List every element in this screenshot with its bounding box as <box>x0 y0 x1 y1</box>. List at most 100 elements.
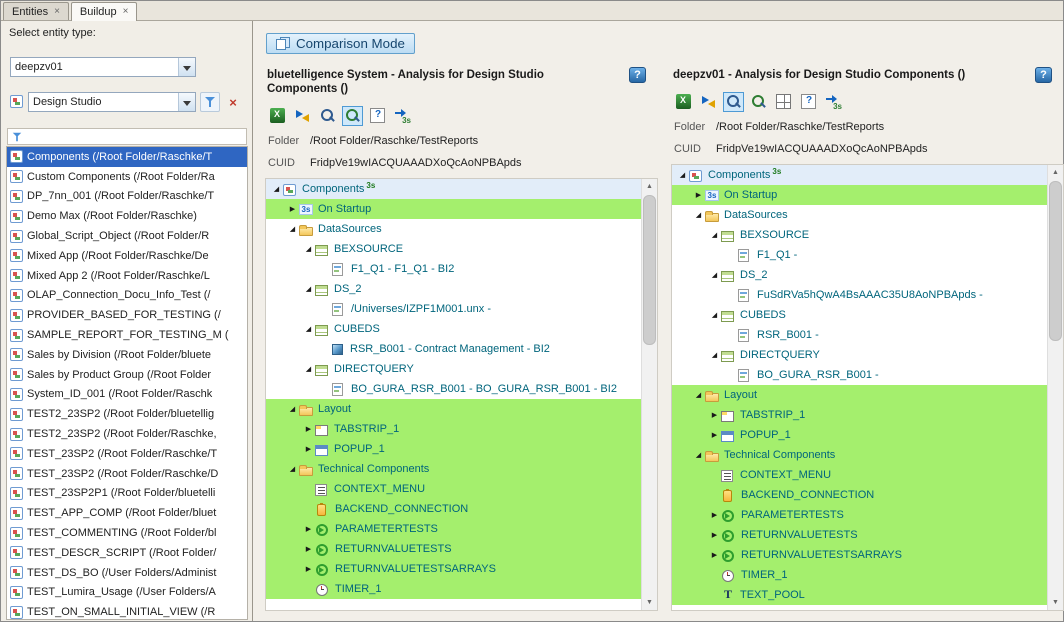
expand-arrow-icon[interactable]: ◢ <box>286 225 299 233</box>
tree-row[interactable]: ◢DIRECTQUERY <box>672 345 1047 365</box>
tree-row[interactable]: BACKEND_CONNECTION <box>672 485 1047 505</box>
tree-row[interactable]: /Universes/IZPF1M001.unx - <box>266 299 641 319</box>
tree-row[interactable]: ◢CUBEDS <box>672 305 1047 325</box>
tree-row[interactable]: ▶TABSTRIP_1 <box>266 419 641 439</box>
tree-row[interactable]: F1_Q1 - <box>672 245 1047 265</box>
list-item[interactable]: TEST_23SP2 (/Root Folder/Raschke/D <box>7 464 247 484</box>
expand-arrow-icon[interactable]: ◢ <box>302 285 315 293</box>
tab-buildup[interactable]: Buildup× <box>71 2 138 21</box>
tree-row[interactable]: ▶PARAMETERTESTS <box>672 505 1047 525</box>
expand-arrow-icon[interactable]: ▶ <box>708 551 721 559</box>
expand-arrow-icon[interactable]: ◢ <box>302 325 315 333</box>
tree-row[interactable]: TIMER_1 <box>672 565 1047 585</box>
tree-row[interactable]: ◢Layout <box>266 399 641 419</box>
tree-row[interactable]: ◢DS_2 <box>266 279 641 299</box>
tree-row[interactable]: ◢BEXSOURCE <box>672 225 1047 245</box>
help-button[interactable]: ? <box>1035 67 1052 83</box>
list-item[interactable]: Mixed App (/Root Folder/Raschke/De <box>7 246 247 266</box>
tree-row[interactable]: ◢DataSources <box>672 205 1047 225</box>
scroll-down-icon[interactable]: ▼ <box>642 595 657 610</box>
tree-row[interactable]: CONTEXT_MENU <box>266 479 641 499</box>
tree-row[interactable]: F1_Q1 - F1_Q1 - BI2 <box>266 259 641 279</box>
tree-row[interactable]: ▶POPUP_1 <box>672 425 1047 445</box>
tree-row[interactable]: RSR_B001 - Contract Management - BI2 <box>266 339 641 359</box>
expand-arrow-icon[interactable]: ◢ <box>286 465 299 473</box>
zoom-button[interactable] <box>723 92 744 112</box>
clear-filter-button[interactable]: × <box>223 92 243 112</box>
list-item[interactable]: DP_7nn_001 (/Root Folder/Raschke/T <box>7 187 247 207</box>
expand-arrow-icon[interactable]: ▶ <box>302 525 315 533</box>
tree-row[interactable]: FuSdRVa5hQwA4BsAAAC35U8AoNPBApds - <box>672 285 1047 305</box>
expand-arrow-icon[interactable]: ▶ <box>286 205 299 213</box>
tree-row[interactable]: ◢BEXSOURCE <box>266 239 641 259</box>
list-item[interactable]: SAMPLE_REPORT_FOR_TESTING_M ( <box>7 325 247 345</box>
tree-row[interactable]: BO_GURA_RSR_B001 - <box>672 365 1047 385</box>
scroll-down-icon[interactable]: ▼ <box>1048 595 1063 610</box>
list-item[interactable]: Custom Components (/Root Folder/Ra <box>7 167 247 187</box>
scroll-up-icon[interactable]: ▲ <box>642 179 657 194</box>
list-item[interactable]: Sales by Product Group (/Root Folder <box>7 365 247 385</box>
tab-close-icon[interactable]: × <box>54 7 60 17</box>
list-item[interactable]: TEST2_23SP2 (/Root Folder/bluetellig <box>7 404 247 424</box>
entity-type-combobox[interactable]: Design Studio <box>28 92 196 112</box>
tree-row[interactable]: ◢Components3s <box>672 165 1047 185</box>
tree-row[interactable]: ◢Components3s <box>266 179 641 199</box>
excel-export-button[interactable] <box>673 92 694 112</box>
tree-row[interactable]: BO_GURA_RSR_B001 - BO_GURA_RSR_B001 - BI… <box>266 379 641 399</box>
help-doc-button[interactable] <box>367 106 388 126</box>
tree-row[interactable]: ▶RETURNVALUETESTS <box>266 539 641 559</box>
expand-arrow-icon[interactable]: ▶ <box>302 425 315 433</box>
tree-row[interactable]: ▶RETURNVALUETESTSARRAYS <box>672 545 1047 565</box>
expand-arrow-icon[interactable]: ◢ <box>692 211 705 219</box>
expand-arrow-icon[interactable]: ▶ <box>302 545 315 553</box>
zoom-plus-button[interactable] <box>748 92 769 112</box>
list-item[interactable]: TEST_COMMENTING (/Root Folder/bl <box>7 523 247 543</box>
scroll-up-icon[interactable]: ▲ <box>1048 165 1063 180</box>
expand-arrow-icon[interactable]: ▶ <box>692 191 705 199</box>
tree-row[interactable]: TEXT_POOL <box>672 585 1047 605</box>
expand-arrow-icon[interactable]: ▶ <box>302 445 315 453</box>
scroll-thumb[interactable] <box>643 195 656 345</box>
list-item[interactable]: TEST_Lumira_Usage (/User Folders/A <box>7 583 247 603</box>
tree-row[interactable]: ◢Technical Components <box>266 459 641 479</box>
tab-close-icon[interactable]: × <box>123 7 129 17</box>
list-item[interactable]: OLAP_Connection_Docu_Info_Test (/ <box>7 286 247 306</box>
refresh-3s-button[interactable]: 3s <box>823 92 844 112</box>
list-item[interactable]: Mixed App 2 (/Root Folder/Raschke/L <box>7 266 247 286</box>
help-button[interactable]: ? <box>629 67 646 83</box>
list-item[interactable]: TEST_APP_COMP (/Root Folder/bluet <box>7 503 247 523</box>
tree-row[interactable]: ◢Technical Components <box>672 445 1047 465</box>
system-combobox[interactable]: deepzv01 <box>10 57 196 77</box>
tree-row[interactable]: ▶TABSTRIP_1 <box>672 405 1047 425</box>
expand-arrow-icon[interactable]: ◢ <box>708 231 721 239</box>
expand-arrow-icon[interactable]: ◢ <box>692 391 705 399</box>
grid-filter-row[interactable] <box>7 128 247 145</box>
filter-funnel-button[interactable] <box>200 92 220 112</box>
expand-arrow-icon[interactable]: ◢ <box>302 365 315 373</box>
transfer-button[interactable] <box>698 92 719 112</box>
expand-arrow-icon[interactable]: ◢ <box>302 245 315 253</box>
list-item[interactable]: TEST_23SP2P1 (/Root Folder/bluetelli <box>7 484 247 504</box>
expand-arrow-icon[interactable]: ◢ <box>708 351 721 359</box>
tree-row[interactable]: RSR_B001 - <box>672 325 1047 345</box>
zoom-button[interactable] <box>317 106 338 126</box>
tree-row[interactable]: CONTEXT_MENU <box>672 465 1047 485</box>
transfer-button[interactable] <box>292 106 313 126</box>
list-item[interactable]: TEST2_23SP2 (/Root Folder/Raschke, <box>7 424 247 444</box>
refresh-3s-button[interactable]: 3s <box>392 106 413 126</box>
tree-row[interactable]: ◢DataSources <box>266 219 641 239</box>
expand-arrow-icon[interactable]: ◢ <box>676 171 689 179</box>
zoom-plus-button[interactable] <box>342 106 363 126</box>
expand-arrow-icon[interactable]: ◢ <box>270 185 283 193</box>
tree-row[interactable]: TIMER_1 <box>266 579 641 599</box>
tree-row[interactable]: ▶RETURNVALUETESTSARRAYS <box>266 559 641 579</box>
chevron-down-icon[interactable] <box>178 58 195 76</box>
tree-row[interactable]: ▶3sOn Startup <box>266 199 641 219</box>
comparison-mode-button[interactable]: Comparison Mode <box>266 33 415 54</box>
expand-arrow-icon[interactable]: ◢ <box>708 311 721 319</box>
list-item[interactable]: TEST_DS_BO (/User Folders/Administ <box>7 563 247 583</box>
excel-export-button[interactable] <box>267 106 288 126</box>
list-item[interactable]: System_ID_001 (/Root Folder/Raschk <box>7 385 247 405</box>
tree-row[interactable]: ◢CUBEDS <box>266 319 641 339</box>
tree-row[interactable]: ▶RETURNVALUETESTS <box>672 525 1047 545</box>
